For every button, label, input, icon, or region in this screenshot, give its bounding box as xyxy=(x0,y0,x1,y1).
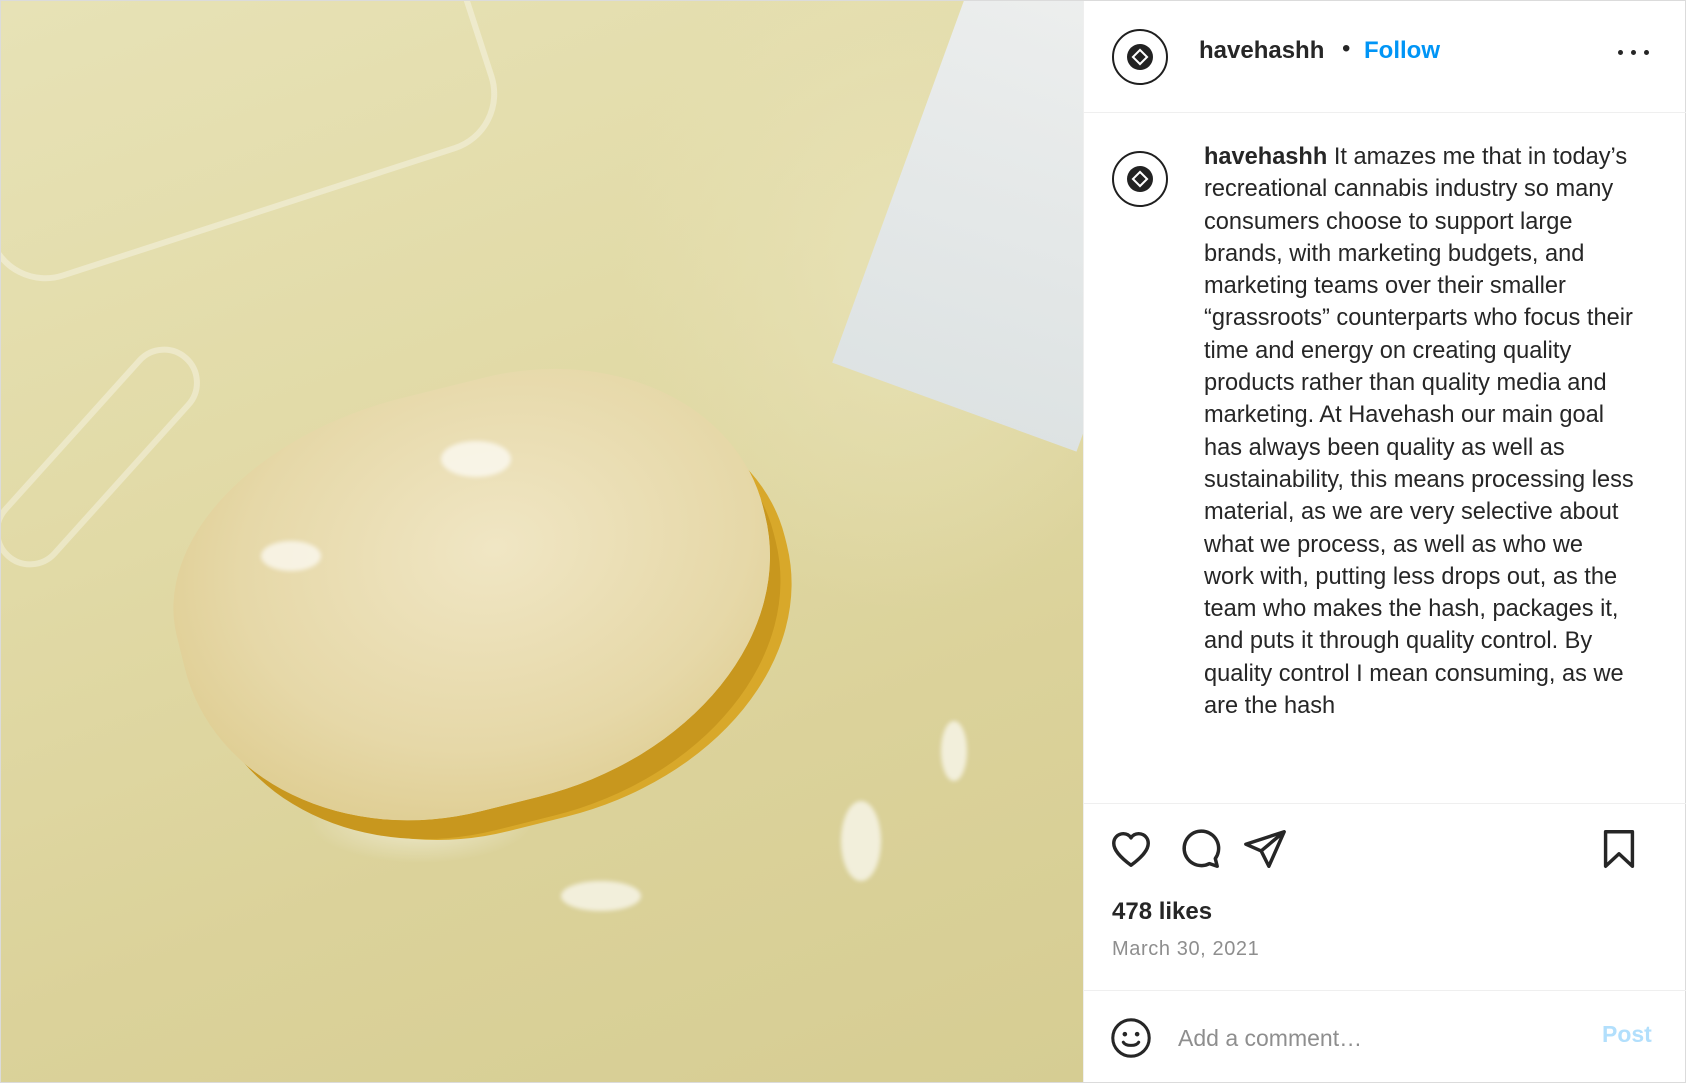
post-header: havehashh • Follow xyxy=(1084,1,1686,113)
post-side-panel: havehashh • Follow havehashh It amazes m… xyxy=(1083,1,1686,1082)
image-container-corner xyxy=(832,1,1083,452)
image-glare xyxy=(261,541,321,571)
post-image[interactable] xyxy=(1,1,1083,1082)
image-hash-blob xyxy=(134,319,818,873)
instagram-post: havehashh • Follow havehashh It amazes m… xyxy=(0,0,1686,1083)
follow-button[interactable]: Follow xyxy=(1364,37,1440,65)
post-date[interactable]: March 30, 2021 xyxy=(1112,938,1259,961)
author-username[interactable]: havehashh xyxy=(1199,37,1324,65)
smiley-icon[interactable] xyxy=(1108,1015,1154,1061)
comment-row: Post xyxy=(1084,990,1686,1083)
caption-body: It amazes me that in today’s recreationa… xyxy=(1204,144,1634,720)
image-glare xyxy=(841,801,881,881)
action-bar: 478 likes March 30, 2021 Post xyxy=(1084,803,1686,1082)
likes-count[interactable]: 478 likes xyxy=(1112,898,1212,926)
image-glare xyxy=(561,881,641,911)
image-glare xyxy=(941,721,967,781)
have-hash-logo-icon[interactable] xyxy=(1112,29,1168,85)
heart-icon[interactable] xyxy=(1108,826,1154,872)
image-embossed-ridge xyxy=(1,1,513,297)
post-comment-button[interactable]: Post xyxy=(1602,1021,1652,1048)
image-glare xyxy=(441,441,511,477)
comment-input[interactable] xyxy=(1176,1017,1560,1059)
image-embossed-ridge xyxy=(1,331,215,583)
caption-text: havehashh It amazes me that in today’s r… xyxy=(1204,141,1634,722)
paper-plane-icon[interactable] xyxy=(1242,826,1288,872)
separator-dot: • xyxy=(1342,35,1351,62)
have-hash-logo-icon[interactable] xyxy=(1112,151,1168,207)
comment-bubble-icon[interactable] xyxy=(1176,826,1222,872)
more-options-icon[interactable] xyxy=(1614,31,1654,71)
caption-section: havehashh It amazes me that in today’s r… xyxy=(1084,113,1686,803)
caption-username[interactable]: havehashh xyxy=(1204,144,1327,170)
bookmark-icon[interactable] xyxy=(1596,826,1642,872)
